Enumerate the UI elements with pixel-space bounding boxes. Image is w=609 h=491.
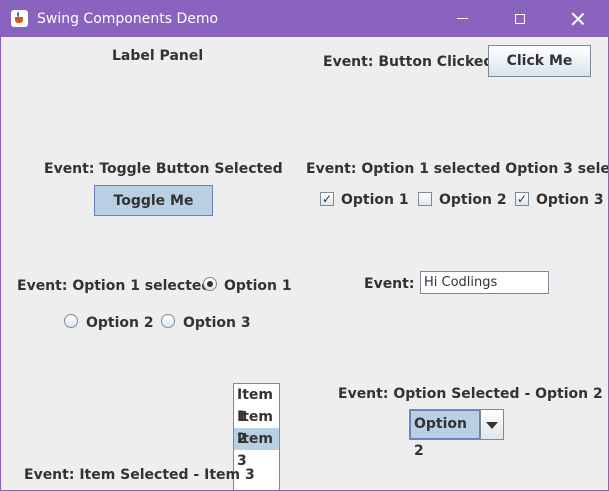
click-me-button[interactable]: Click Me: [488, 45, 591, 77]
window-title: Swing Components Demo: [37, 11, 219, 27]
list-item[interactable]: Item 1: [234, 384, 279, 425]
list-item[interactable]: Item 2: [234, 406, 279, 447]
option-2-checkbox[interactable]: [418, 192, 432, 206]
maximize-icon: [515, 13, 525, 24]
combo-event-label: Event: Option Selected - Option 2: [338, 386, 603, 402]
close-icon: [571, 12, 585, 26]
button-event-label: Event: Button Clicked!: [323, 54, 500, 70]
minimize-icon: [456, 18, 468, 19]
option-1-radio[interactable]: [203, 277, 217, 291]
text-input[interactable]: [420, 271, 549, 294]
option-3-radio[interactable]: [161, 314, 175, 328]
list-item-selected[interactable]: Item 3: [234, 428, 279, 469]
close-button[interactable]: [549, 0, 607, 37]
option-combo-box[interactable]: Option 2: [409, 409, 504, 459]
checkbox-event-label: Event: Option 1 selected Option 3 select…: [306, 161, 609, 177]
option-2-radio[interactable]: [64, 314, 78, 328]
option-2-radio-label[interactable]: Option 2: [86, 314, 154, 332]
option-3-checkbox[interactable]: ✓: [515, 192, 529, 206]
option-1-radio-label[interactable]: Option 1: [224, 277, 292, 295]
app-window: Swing Components Demo Label Panel Event:…: [0, 0, 609, 491]
combo-selected-value[interactable]: Option 2: [410, 410, 480, 459]
option-3-checkbox-label[interactable]: Option 3: [536, 191, 604, 209]
label-panel-text: Label Panel: [112, 48, 204, 64]
toggle-event-label: Event: Toggle Button Selected: [44, 161, 283, 177]
list-event-label: Event: Item Selected - Item 3: [24, 467, 255, 483]
java-app-icon: [11, 10, 28, 27]
toggle-me-button[interactable]: Toggle Me: [94, 185, 213, 216]
minimize-button[interactable]: [433, 0, 491, 37]
title-bar[interactable]: Swing Components Demo: [1, 0, 608, 37]
option-3-radio-label[interactable]: Option 3: [183, 314, 251, 332]
textfield-event-label: Event:: [364, 276, 415, 292]
maximize-button[interactable]: [491, 0, 549, 37]
option-2-checkbox-label[interactable]: Option 2: [439, 191, 507, 209]
chevron-down-icon[interactable]: [480, 410, 503, 439]
radio-event-label: Event: Option 1 selected: [17, 278, 212, 294]
option-1-checkbox[interactable]: ✓: [320, 192, 334, 206]
option-1-checkbox-label[interactable]: Option 1: [341, 191, 409, 209]
